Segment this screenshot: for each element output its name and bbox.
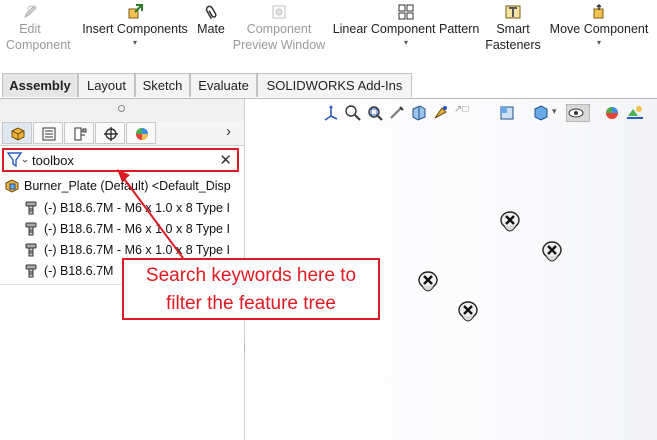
section-view-icon[interactable] [410, 104, 428, 122]
filter-funnel-icon[interactable] [7, 152, 29, 168]
screw-3d-model[interactable] [457, 301, 479, 327]
linear-component-pattern-label: Linear Component Pattern [332, 22, 480, 36]
dimxpertmanager-icon [104, 127, 118, 141]
tree-root-label: Burner_Plate (Default) <Default_Disp [24, 179, 231, 193]
tree-item-label: (-) B18.6.7M - M6 x 1.0 x 8 Type I [44, 243, 230, 257]
clear-x-icon[interactable]: ✕ [219, 151, 232, 169]
zoom-to-area-icon[interactable] [366, 104, 384, 122]
previous-view-icon[interactable] [388, 104, 406, 122]
callout-line-1: Search keywords here to [145, 265, 357, 286]
pane-grip-dot[interactable] [118, 105, 125, 112]
view-orientation-icon[interactable] [498, 104, 516, 122]
configurationmanager-tab[interactable] [64, 122, 94, 144]
smart-fasteners-label: Smart Fasteners [485, 22, 541, 52]
feature-tree-filter-field[interactable]: toolbox ✕ [2, 148, 239, 172]
preview-window-icon [272, 5, 286, 19]
tree-item-label: (-) B18.6.7M - M6 x 1.0 x 8 Type I [44, 222, 230, 236]
component-preview-window-label: Component Preview Window [232, 22, 326, 52]
display-style-icon[interactable] [532, 104, 550, 122]
annotation-callout: Search keywords here to filter the featu… [122, 258, 380, 320]
toolbox-screw-icon [25, 264, 37, 278]
chevron-down-icon[interactable]: ▾ [552, 106, 557, 117]
linear-pattern-icon [398, 4, 414, 20]
hide-show-items-icon[interactable] [566, 104, 590, 122]
toolbox-screw-icon [25, 222, 37, 236]
mate-paperclip-icon [205, 5, 217, 20]
chevron-down-icon[interactable]: ▾ [330, 39, 482, 47]
view-selector-icon[interactable]: ↗□ [454, 104, 468, 115]
component-preview-window-button[interactable]: Component Preview Window [232, 4, 326, 53]
screw-3d-model[interactable] [541, 241, 563, 267]
propertymanager-tab[interactable] [33, 122, 63, 144]
tab-sketch[interactable]: Sketch [135, 73, 190, 97]
tree-item[interactable]: (-) B18.6.7M - M6 x 1.0 x 8 Type I [24, 219, 244, 239]
smart-fasteners-button[interactable]: Smart Fasteners [484, 4, 542, 53]
tree-item-label: (-) B18.6.7M [44, 264, 114, 278]
chevron-down-icon[interactable]: ▾ [546, 39, 652, 47]
insert-components-label: Insert Components [82, 22, 188, 36]
tree-item[interactable]: (-) B18.6.7M - M6 x 1.0 x 8 Type I [24, 240, 244, 260]
propertymanager-icon [42, 127, 56, 141]
tree-item-label: (-) B18.6.7M - M6 x 1.0 x 8 Type I [44, 201, 230, 215]
tab-solidworks-add-ins[interactable]: SOLIDWORKS Add-Ins [257, 73, 412, 97]
chevron-right-icon[interactable]: › [226, 123, 231, 140]
linear-component-pattern-button[interactable]: Linear Component Pattern ▾ [330, 4, 482, 47]
apply-scene-icon[interactable] [626, 104, 644, 122]
edit-component-label: Edit Component [6, 22, 71, 52]
move-component-icon [593, 4, 604, 19]
filter-input-text[interactable]: toolbox [32, 153, 74, 168]
tab-layout[interactable]: Layout [78, 73, 135, 97]
featuremanager-tree-icon [11, 127, 25, 141]
insert-components-button[interactable]: Insert Components ▾ [80, 4, 190, 47]
displaymanager-tab[interactable] [126, 122, 156, 144]
screw-3d-model[interactable] [417, 271, 439, 297]
dynamic-annotation-icon[interactable] [432, 104, 450, 122]
pane-header [0, 99, 244, 122]
featuremanager-tab[interactable] [2, 122, 32, 144]
chevron-down-icon[interactable]: ▾ [80, 39, 190, 47]
zoom-to-fit-icon[interactable] [344, 104, 362, 122]
command-manager-ribbon: Edit Component Insert Components ▾ Mate … [0, 0, 657, 72]
tab-assembly[interactable]: Assembly [2, 73, 78, 97]
mate-button[interactable]: Mate [192, 4, 230, 37]
toolbox-screw-icon [25, 243, 37, 257]
edit-appearance-icon[interactable] [604, 104, 622, 122]
screw-3d-model[interactable] [499, 211, 521, 237]
insert-components-icon [128, 4, 143, 19]
configurationmanager-icon [74, 127, 87, 141]
manager-tabs: › [0, 121, 244, 146]
smart-fasteners-icon [505, 5, 521, 19]
mate-label: Mate [197, 22, 225, 36]
assembly-icon [5, 179, 19, 193]
edit-component-button[interactable]: Edit Component [6, 4, 71, 53]
toolbox-screw-icon [25, 201, 37, 215]
view-orientation-axis-icon[interactable] [322, 104, 340, 122]
tree-item[interactable]: (-) B18.6.7M - M6 x 1.0 x 8 Type I [24, 198, 244, 218]
tab-evaluate[interactable]: Evaluate [190, 73, 257, 97]
command-manager-tabs: Assembly Layout Sketch Evaluate SOLIDWOR… [0, 72, 657, 99]
move-component-label: Move Component [549, 22, 649, 36]
move-component-button[interactable]: Move Component ▾ [546, 4, 652, 47]
dimxpertmanager-tab[interactable] [95, 122, 125, 144]
tree-root-assembly[interactable]: Burner_Plate (Default) <Default_Disp [4, 176, 244, 196]
callout-line-2: filter the feature tree [165, 293, 337, 314]
displaymanager-icon [136, 128, 148, 140]
edit-component-icon [23, 5, 37, 19]
